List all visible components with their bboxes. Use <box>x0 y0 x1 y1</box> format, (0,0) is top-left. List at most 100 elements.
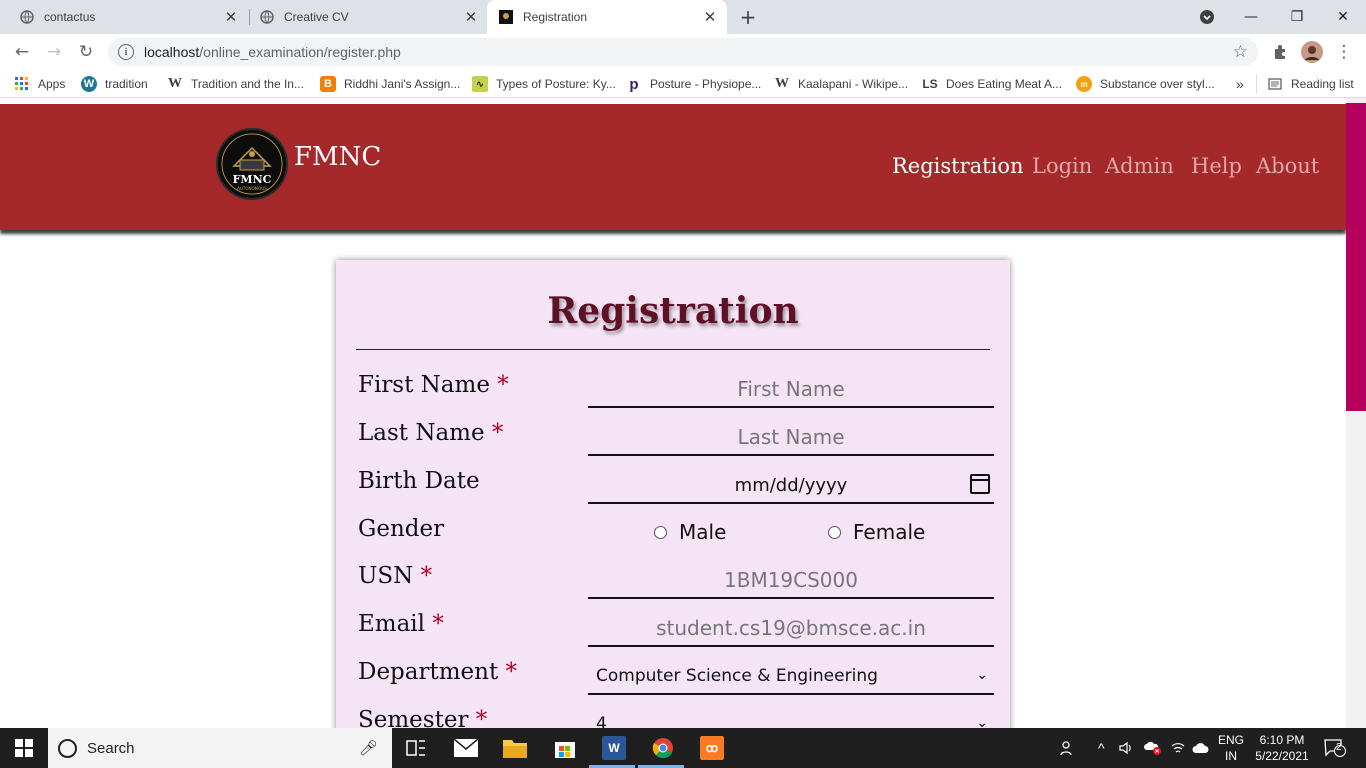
bookmark-does-eating-meat[interactable]: LS Does Eating Meat A... <box>922 76 1062 92</box>
close-tab-icon[interactable]: ✕ <box>701 8 719 26</box>
input-language-indicator[interactable]: ENG IN <box>1214 732 1248 764</box>
page-viewport: FMNC AUTONOMOUS FMNC Registration Login … <box>0 98 1346 728</box>
bookmark-posture-physiopedia[interactable]: p Posture - Physiope... <box>626 75 761 93</box>
ls-site-icon: LS <box>922 77 938 91</box>
url-path: /online_examination/register.php <box>199 44 401 60</box>
windows-taskbar: Search 🎤︎ W ꝏ ^ ENG IN 6:10 PM 5/22/2021 <box>0 728 1366 768</box>
nav-admin[interactable]: Admin <box>1105 154 1174 178</box>
extensions-icon[interactable] <box>1268 40 1292 64</box>
usn-label-text: USN <box>358 563 414 589</box>
bookmark-label: Tradition and the In... <box>191 77 304 91</box>
notification-center-icon[interactable]: 2 <box>1324 728 1346 768</box>
nav-registration[interactable]: Registration <box>892 154 1024 178</box>
xampp-icon[interactable]: ꝏ <box>700 736 724 760</box>
birth-date-input[interactable]: mm/dd/yyyy <box>588 468 994 504</box>
word-icon[interactable]: W <box>602 736 626 760</box>
page-scrollbar[interactable] <box>1346 98 1366 728</box>
new-tab-button[interactable]: + <box>737 5 759 29</box>
start-button[interactable] <box>0 728 48 768</box>
close-tab-icon[interactable]: ✕ <box>462 8 480 26</box>
gender-male-option[interactable]: Male <box>654 520 726 544</box>
department-select[interactable]: Computer Science & Engineering ⌄ <box>588 659 994 695</box>
email-input[interactable]: student.cs19@bmsce.ac.in <box>588 611 994 647</box>
tab-creative-cv[interactable]: Creative CV ✕ <box>240 0 488 34</box>
tab-title: contactus <box>44 10 96 24</box>
gender-female-option[interactable]: Female <box>828 520 925 544</box>
radio-button[interactable] <box>654 525 667 539</box>
last-name-input[interactable]: Last Name <box>588 420 994 456</box>
system-clock[interactable]: 6:10 PM 5/22/2021 <box>1250 732 1314 764</box>
chrome-icon[interactable] <box>651 736 675 760</box>
email-label: Email * <box>358 611 444 637</box>
bookmark-apps[interactable]: Apps <box>14 76 65 92</box>
close-tab-icon[interactable]: ✕ <box>222 8 240 26</box>
radio-button[interactable] <box>828 525 841 539</box>
back-button[interactable]: ← <box>10 40 34 64</box>
bookmark-kaalapani[interactable]: W Kaalapani - Wikipe... <box>774 76 908 92</box>
usn-label: USN * <box>358 563 432 589</box>
site-info-icon[interactable]: i <box>118 44 134 60</box>
required-mark: * <box>497 372 509 398</box>
close-window-button[interactable]: ✕ <box>1320 0 1366 34</box>
usn-input[interactable]: 1BM19CS000 <box>588 563 994 599</box>
semester-select[interactable]: 4 ⌄ <box>588 707 994 728</box>
department-label: Department * <box>358 659 517 685</box>
bookmark-types-of-posture[interactable]: ∿ Types of Posture: Ky... <box>472 76 616 92</box>
tab-registration[interactable]: Registration ✕ <box>487 0 727 34</box>
file-explorer-icon[interactable] <box>503 736 527 760</box>
volume-icon[interactable] <box>1118 728 1134 768</box>
nav-help[interactable]: Help <box>1191 154 1242 178</box>
nav-about[interactable]: About <box>1256 154 1319 178</box>
blogger-icon: B <box>320 76 336 92</box>
task-view-icon[interactable] <box>404 736 428 760</box>
scrollbar-thumb[interactable] <box>1346 103 1366 411</box>
nav-login[interactable]: Login <box>1032 154 1092 178</box>
semester-label-text: Semester <box>358 707 469 728</box>
url-text: localhost/online_examination/register.ph… <box>144 44 401 60</box>
bookmark-star-icon[interactable]: ☆ <box>1233 42 1248 62</box>
gender-female-label: Female <box>853 520 926 544</box>
site-logo[interactable]: FMNC AUTONOMOUS <box>216 128 288 200</box>
microphone-icon[interactable]: 🎤︎ <box>359 739 378 757</box>
site-brand[interactable]: FMNC <box>294 142 381 172</box>
reading-list-label: Reading list <box>1291 77 1354 91</box>
required-mark: * <box>475 707 488 728</box>
bookmark-tradition[interactable]: W tradition <box>81 76 148 92</box>
cortana-icon <box>58 738 77 758</box>
mail-icon[interactable] <box>454 736 478 760</box>
more-bookmarks-button[interactable]: » <box>1236 76 1244 92</box>
reading-list-button[interactable]: Reading list <box>1267 76 1354 92</box>
bookmark-tradition-and-the-in[interactable]: W Tradition and the In... <box>167 76 304 92</box>
substance-site-icon: m <box>1076 76 1092 92</box>
fmnc-favicon-icon <box>499 10 513 24</box>
first-name-input[interactable]: First Name <box>588 372 994 408</box>
wifi-icon[interactable] <box>1170 728 1186 768</box>
taskbar-search-box[interactable]: Search 🎤︎ <box>48 728 392 768</box>
address-bar[interactable]: i localhost/online_examination/register.… <box>108 38 1258 66</box>
reload-button[interactable]: ↻ <box>74 40 98 64</box>
show-hidden-icons-icon[interactable]: ^ <box>1098 728 1105 768</box>
bookmarks-bar: Apps W tradition W Tradition and the In.… <box>0 70 1366 98</box>
minimize-button[interactable]: — <box>1228 0 1274 34</box>
cloud-sync-icon[interactable] <box>1192 728 1210 768</box>
first-name-label-text: First Name <box>358 372 490 398</box>
bookmark-substance-over-style[interactable]: m Substance over styl... <box>1076 76 1215 92</box>
people-icon[interactable] <box>1060 728 1076 768</box>
tab-contactus[interactable]: contactus ✕ <box>0 0 248 34</box>
physiopedia-icon: p <box>629 75 639 93</box>
forward-button[interactable]: → <box>42 40 66 64</box>
first-name-label: First Name * <box>358 372 509 398</box>
tab-title: Creative CV <box>284 10 349 24</box>
bookmark-riddhi-jani[interactable]: B Riddhi Jani's Assign... <box>320 76 460 92</box>
profile-avatar[interactable] <box>1300 40 1324 64</box>
browser-menu-icon[interactable]: ⋮ <box>1332 40 1356 64</box>
onedrive-error-icon[interactable] <box>1144 728 1162 768</box>
restore-button[interactable]: ❐ <box>1274 0 1320 34</box>
chevron-down-icon: ⌄ <box>976 715 988 728</box>
tab-search-icon[interactable] <box>1184 0 1230 34</box>
calendar-icon[interactable] <box>970 474 990 494</box>
microsoft-store-icon[interactable] <box>553 736 577 760</box>
last-name-label-text: Last Name <box>358 420 485 446</box>
site-header: FMNC AUTONOMOUS FMNC Registration Login … <box>0 104 1346 230</box>
windows-logo-icon <box>15 739 33 757</box>
